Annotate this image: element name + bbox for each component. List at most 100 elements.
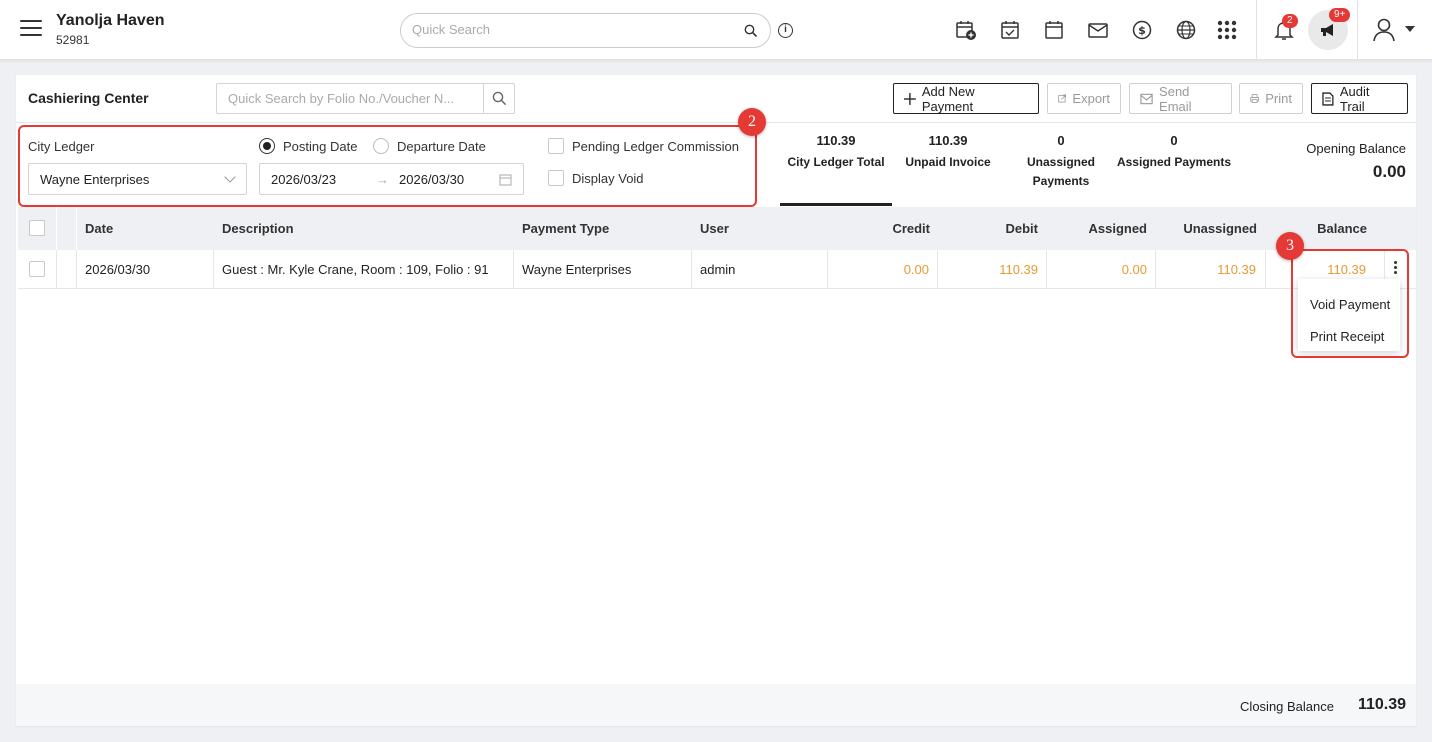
column-divider — [76, 250, 77, 288]
row-checkbox[interactable] — [29, 261, 45, 277]
cell-description: Guest : Mr. Kyle Crane, Room : 109, Foli… — [222, 262, 489, 277]
column-divider — [56, 250, 57, 288]
audit-trail-button[interactable]: Audit Trail — [1311, 83, 1408, 114]
departure-date-label: Departure Date — [397, 139, 486, 154]
column-header-date[interactable]: Date — [85, 221, 113, 236]
assigned-label: Assigned Payments — [1116, 155, 1232, 169]
display-void-checkbox[interactable] — [548, 170, 564, 186]
hotel-code: 52981 — [56, 33, 90, 47]
send-email-label: Send Email — [1159, 83, 1192, 114]
add-new-payment-label: Add New Payment — [921, 83, 975, 114]
menu-item-void-payment[interactable]: Void Payment — [1310, 297, 1390, 312]
info-icon[interactable]: i — [778, 23, 793, 38]
calendar-icon[interactable] — [1043, 19, 1065, 41]
date-range-picker[interactable]: 2026/03/23 → 2026/03/30 — [259, 163, 524, 195]
quick-search-input[interactable] — [412, 22, 732, 37]
search-icon — [492, 91, 507, 106]
chevron-down-icon — [224, 171, 236, 183]
unassigned-label-line1: Unassigned — [1026, 155, 1095, 169]
closing-balance-value: 110.39 — [1357, 696, 1406, 713]
closing-balance-label: Closing Balance — [1240, 699, 1334, 714]
unassigned-label-line2: Payments — [1032, 174, 1090, 188]
unpaid-invoice-label: Unpaid Invoice — [905, 155, 991, 169]
select-all-checkbox[interactable] — [29, 220, 45, 236]
send-email-button[interactable]: Send Email — [1129, 83, 1232, 114]
column-divider — [76, 207, 77, 250]
pending-commission-checkbox[interactable] — [548, 138, 564, 154]
divider — [1256, 0, 1257, 60]
cell-credit: 0.00 — [903, 262, 929, 277]
quick-search-box — [400, 13, 771, 48]
summary-city-ledger-total[interactable]: 110.39 City Ledger Total — [780, 133, 892, 172]
table-footer: Closing Balance 110.39 — [16, 684, 1416, 726]
cell-balance: 110.39 — [1327, 262, 1366, 277]
summary-unassigned-payments[interactable]: 0 Unassigned Payments — [1011, 133, 1111, 191]
user-menu-caret-icon[interactable] — [1405, 26, 1415, 32]
hotel-name: Yanolja Haven — [56, 12, 165, 29]
opening-balance-value: 0.00 — [1372, 162, 1406, 181]
mail-icon[interactable] — [1087, 19, 1109, 41]
search-icon[interactable] — [744, 24, 758, 38]
export-label: Export — [1072, 91, 1110, 106]
folio-search-button[interactable] — [483, 84, 514, 113]
column-header-credit[interactable]: Credit — [828, 221, 930, 236]
svg-text:$: $ — [1138, 24, 1146, 37]
menu-icon[interactable] — [20, 20, 42, 38]
date-from[interactable]: 2026/03/23 — [271, 172, 336, 187]
cell-user: admin — [700, 262, 736, 277]
more-vertical-icon[interactable] — [1394, 261, 1398, 277]
dollar-icon[interactable]: $ — [1131, 19, 1153, 41]
city-ledger-value: Wayne Enterprises — [40, 172, 150, 187]
active-tab-indicator — [780, 203, 892, 206]
departure-date-radio[interactable] — [373, 138, 389, 154]
folio-search-input[interactable] — [228, 91, 478, 106]
annotation-marker-3: 3 — [1276, 232, 1304, 260]
add-new-payment-button[interactable]: Add New Payment — [893, 83, 1039, 114]
export-icon — [1058, 94, 1067, 103]
summary-assigned-payments[interactable]: 0 Assigned Payments — [1116, 133, 1232, 172]
print-button[interactable]: Print — [1239, 83, 1303, 114]
city-ledger-total-value: 110.39 — [816, 133, 856, 148]
divider — [1357, 0, 1358, 60]
row-action-menu: Void Payment Print Receipt — [1298, 279, 1400, 351]
cell-unassigned: 110.39 — [1217, 262, 1256, 277]
column-header-unassigned[interactable]: Unassigned — [1156, 221, 1257, 236]
column-divider — [56, 207, 57, 250]
assigned-value: 0 — [1170, 133, 1178, 148]
posting-date-label: Posting Date — [283, 139, 358, 154]
globe-icon[interactable] — [1175, 19, 1197, 41]
print-label: Print — [1265, 91, 1292, 106]
posting-date-radio[interactable] — [259, 138, 275, 154]
date-to[interactable]: 2026/03/30 — [399, 172, 464, 187]
unassigned-value: 0 — [1057, 133, 1065, 148]
cashiering-panel: Cashiering Center Add New Payment Export… — [16, 75, 1416, 726]
summary-unpaid-invoice[interactable]: 110.39 Unpaid Invoice — [896, 133, 1000, 172]
notification-badge: 2 — [1282, 14, 1298, 28]
cell-payment-type: Wayne Enterprises — [522, 262, 632, 277]
display-void-label: Display Void — [572, 171, 644, 186]
column-header-debit[interactable]: Debit — [938, 221, 1039, 236]
city-ledger-select[interactable]: Wayne Enterprises — [28, 163, 247, 195]
pending-commission-label: Pending Ledger Commission — [572, 139, 739, 154]
cell-date: 2026/03/30 — [85, 262, 151, 277]
column-header-user[interactable]: User — [700, 221, 729, 236]
unpaid-invoice-value: 110.39 — [928, 133, 968, 148]
column-divider — [691, 250, 692, 288]
column-header-payment-type[interactable]: Payment Type — [522, 221, 609, 236]
column-header-assigned[interactable]: Assigned — [1047, 221, 1147, 236]
panel-header: Cashiering Center Add New Payment Export… — [16, 75, 1416, 123]
arrow-right-icon: → — [376, 172, 389, 187]
column-header-description[interactable]: Description — [222, 221, 294, 236]
calendar-check-icon[interactable] — [999, 19, 1021, 41]
table-header: Date Description Payment Type User Credi… — [18, 207, 1416, 250]
printer-icon — [1250, 94, 1259, 103]
user-avatar-icon[interactable] — [1372, 17, 1396, 43]
city-ledger-total-label: City Ledger Total — [787, 155, 885, 169]
apps-grid-icon[interactable] — [1216, 19, 1238, 41]
calendar-add-icon[interactable] — [955, 19, 977, 41]
export-button[interactable]: Export — [1047, 83, 1121, 114]
table-row[interactable]: 2026/03/30 Guest : Mr. Kyle Crane, Room … — [18, 250, 1416, 289]
document-icon — [1322, 91, 1334, 106]
menu-item-print-receipt[interactable]: Print Receipt — [1310, 329, 1384, 344]
folio-search-box — [216, 83, 515, 114]
